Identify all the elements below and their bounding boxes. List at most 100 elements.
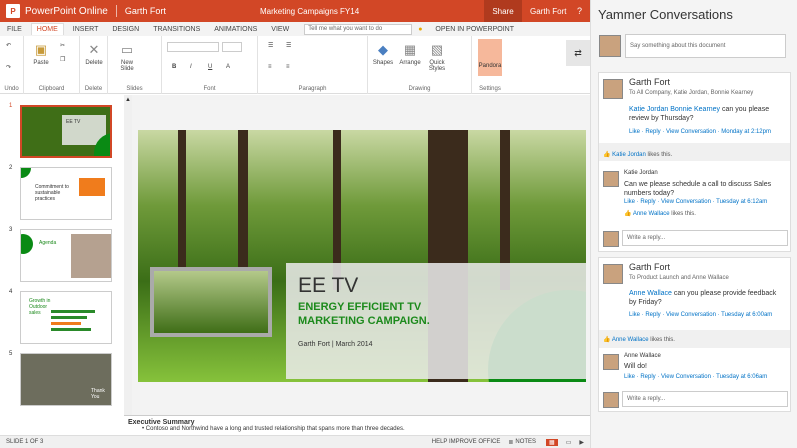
bold-icon[interactable]: B	[172, 64, 176, 70]
collapse-panel-icon[interactable]: ⇄	[566, 40, 590, 66]
new-slide-label: New Slide	[120, 60, 134, 72]
slide-subtitle[interactable]: ENERGY EFFICIENT TV MARKETING CAMPAIGN.	[298, 300, 430, 328]
liker-link[interactable]: Anne Wallace	[633, 211, 670, 217]
tell-me-input[interactable]: Tell me what you want to do	[304, 23, 413, 35]
reading-view-icon[interactable]: ▭	[566, 439, 572, 446]
redo-icon[interactable]: ↷	[6, 64, 11, 71]
tab-transitions[interactable]: TRANSITIONS	[153, 26, 200, 33]
font-label: Font	[203, 86, 216, 92]
undo-label: Undo	[4, 86, 19, 92]
slide-thumbnail[interactable]: EE TV	[20, 105, 112, 158]
tab-view[interactable]: VIEW	[271, 26, 289, 33]
post-text-part: can you please provide feedback	[671, 290, 777, 297]
post-actions[interactable]: Like · Reply · View Conversation · Tuesd…	[629, 312, 772, 318]
mention-link[interactable]: Anne Wallace	[629, 290, 672, 297]
tab-animations[interactable]: ANIMATIONS	[214, 26, 257, 33]
lightbulb-icon: ●	[418, 25, 423, 33]
new-slide-button[interactable]: ▭ New Slide	[116, 42, 138, 72]
reply-actions[interactable]: Like · Reply · View Conversation · Tuesd…	[624, 199, 767, 205]
thumbnail-title: Growth in Outdoor sales	[29, 298, 51, 316]
post-author[interactable]: Garth Fort	[629, 262, 670, 272]
reply-text-part: numbers today?	[624, 190, 675, 197]
liker-link[interactable]: Katie Jordan	[612, 152, 646, 158]
liker-link[interactable]: Anne Wallace	[612, 337, 649, 343]
normal-view-icon[interactable]: ▦	[546, 438, 558, 446]
likes-text: likes this.	[648, 337, 675, 343]
align-center-icon[interactable]: ≡	[286, 64, 290, 70]
subtitle-line: ENERGY EFFICIENT TV	[298, 301, 422, 313]
reply-actions[interactable]: Like · Reply · View Conversation · Tuesd…	[624, 374, 767, 380]
arrange-button[interactable]: ▦ Arrange	[398, 42, 422, 66]
orange-tv-icon	[79, 178, 105, 196]
font-size-select[interactable]	[222, 42, 242, 52]
paragraph-label: Paragraph	[298, 86, 327, 92]
slide-title[interactable]: EE TV	[298, 274, 358, 298]
mention-link[interactable]: Katie Jordan Bonnie Kearney	[629, 106, 720, 113]
font-name-select[interactable]	[167, 42, 219, 52]
slide-number: 5	[9, 351, 13, 357]
post-author[interactable]: Garth Fort	[629, 77, 670, 87]
app-name[interactable]: PowerPoint Online	[25, 6, 108, 17]
share-button[interactable]: Share	[484, 0, 522, 22]
notes-toggle[interactable]: NOTES	[515, 439, 536, 445]
reply-input[interactable]: Write a reply...	[622, 230, 788, 246]
notes-text: Contoso and Northwind have a long and tr…	[145, 426, 405, 432]
undo-group: ↶ ↷ Undo	[0, 36, 24, 94]
slideshow-icon[interactable]: ▶	[579, 439, 584, 446]
reply-author[interactable]: Katie Jordan	[624, 170, 658, 176]
owner-name[interactable]: Garth Fort	[125, 6, 166, 16]
paste-button[interactable]: ▣ Paste	[30, 42, 52, 66]
reply-author[interactable]: Anne Wallace	[624, 353, 661, 359]
tab-insert[interactable]: INSERT	[73, 26, 99, 33]
chart-bar	[51, 310, 95, 313]
delete-button[interactable]: ✕ Delete	[84, 42, 104, 66]
quick-styles-button[interactable]: ▧ Quick Styles	[426, 42, 448, 72]
open-in-powerpoint-button[interactable]: OPEN IN POWERPOINT	[435, 26, 514, 33]
font-color-icon[interactable]: A	[226, 64, 230, 70]
post-text-part: by Friday?	[629, 299, 662, 306]
avatar	[599, 35, 621, 57]
document-title[interactable]: Marketing Campaigns FY14	[260, 7, 359, 16]
reply-likes-line: 👍 Anne Wallace likes this.	[624, 210, 696, 217]
notes-heading: Executive Summary	[128, 419, 195, 426]
clipboard-icon: ▣	[34, 42, 48, 57]
reply-input[interactable]: Write a reply...	[622, 391, 788, 407]
post-recipients[interactable]: To Product Launch and Anne Wallace	[629, 275, 729, 281]
pandora-button[interactable]: Pandora	[478, 39, 502, 76]
tab-design[interactable]: DESIGN	[112, 26, 139, 33]
align-left-icon[interactable]: ≡	[268, 64, 272, 70]
like-icon: 👍	[603, 337, 611, 343]
tab-home[interactable]: HOME	[30, 23, 64, 35]
undo-icon[interactable]: ↶	[6, 42, 11, 49]
reply-text: Can we please schedule a call to discuss…	[624, 180, 784, 198]
scroll-up-icon[interactable]: ▲	[125, 97, 131, 103]
bullets-icon[interactable]: ☰	[268, 42, 273, 49]
green-leaf-icon	[21, 234, 33, 254]
underline-icon[interactable]: U	[208, 64, 212, 70]
post-actions[interactable]: Like · Reply · View Conversation · Monda…	[629, 129, 771, 135]
numbering-icon[interactable]: ☰	[286, 42, 291, 49]
slide-canvas[interactable]: EE TV ENERGY EFFICIENT TV MARKETING CAMPA…	[138, 130, 586, 382]
user-name[interactable]: Garth Fort	[530, 0, 566, 22]
help-button[interactable]: ?	[577, 6, 582, 16]
slide-author[interactable]: Garth Fort | March 2014	[298, 341, 373, 348]
copy-icon[interactable]: ❐	[60, 56, 65, 63]
slide-thumbnail[interactable]: Thank You	[20, 353, 112, 406]
post-text: Anne Wallace can you please provide feed…	[629, 289, 789, 307]
clipboard-group: ▣ Paste ✂ ❐ Clipboard	[24, 36, 80, 94]
title-separator	[115, 5, 117, 17]
cut-icon[interactable]: ✂	[60, 42, 65, 49]
slide-thumbnail[interactable]: Agenda	[20, 229, 112, 282]
notes-pane[interactable]: Executive Summary • Contoso and Northwin…	[124, 415, 590, 435]
slide-thumbnail[interactable]: Growth in Outdoor sales	[20, 291, 112, 344]
italic-icon[interactable]: I	[190, 64, 192, 70]
help-improve-link[interactable]: HELP IMPROVE OFFICE	[432, 439, 501, 445]
vertical-scrollbar[interactable]: ▲	[124, 95, 132, 415]
post-recipients[interactable]: To All Company, Katie Jordan, Bonnie Kea…	[629, 90, 753, 96]
tab-file[interactable]: FILE	[7, 26, 22, 33]
post-text-part: review by Thursday?	[629, 115, 694, 122]
tree-trunk	[178, 130, 186, 290]
post-input[interactable]: Say something about this document	[625, 34, 786, 58]
slide-thumbnail[interactable]: Commitment to sustainable practices	[20, 167, 112, 220]
shapes-button[interactable]: ◆ Shapes	[372, 42, 394, 66]
